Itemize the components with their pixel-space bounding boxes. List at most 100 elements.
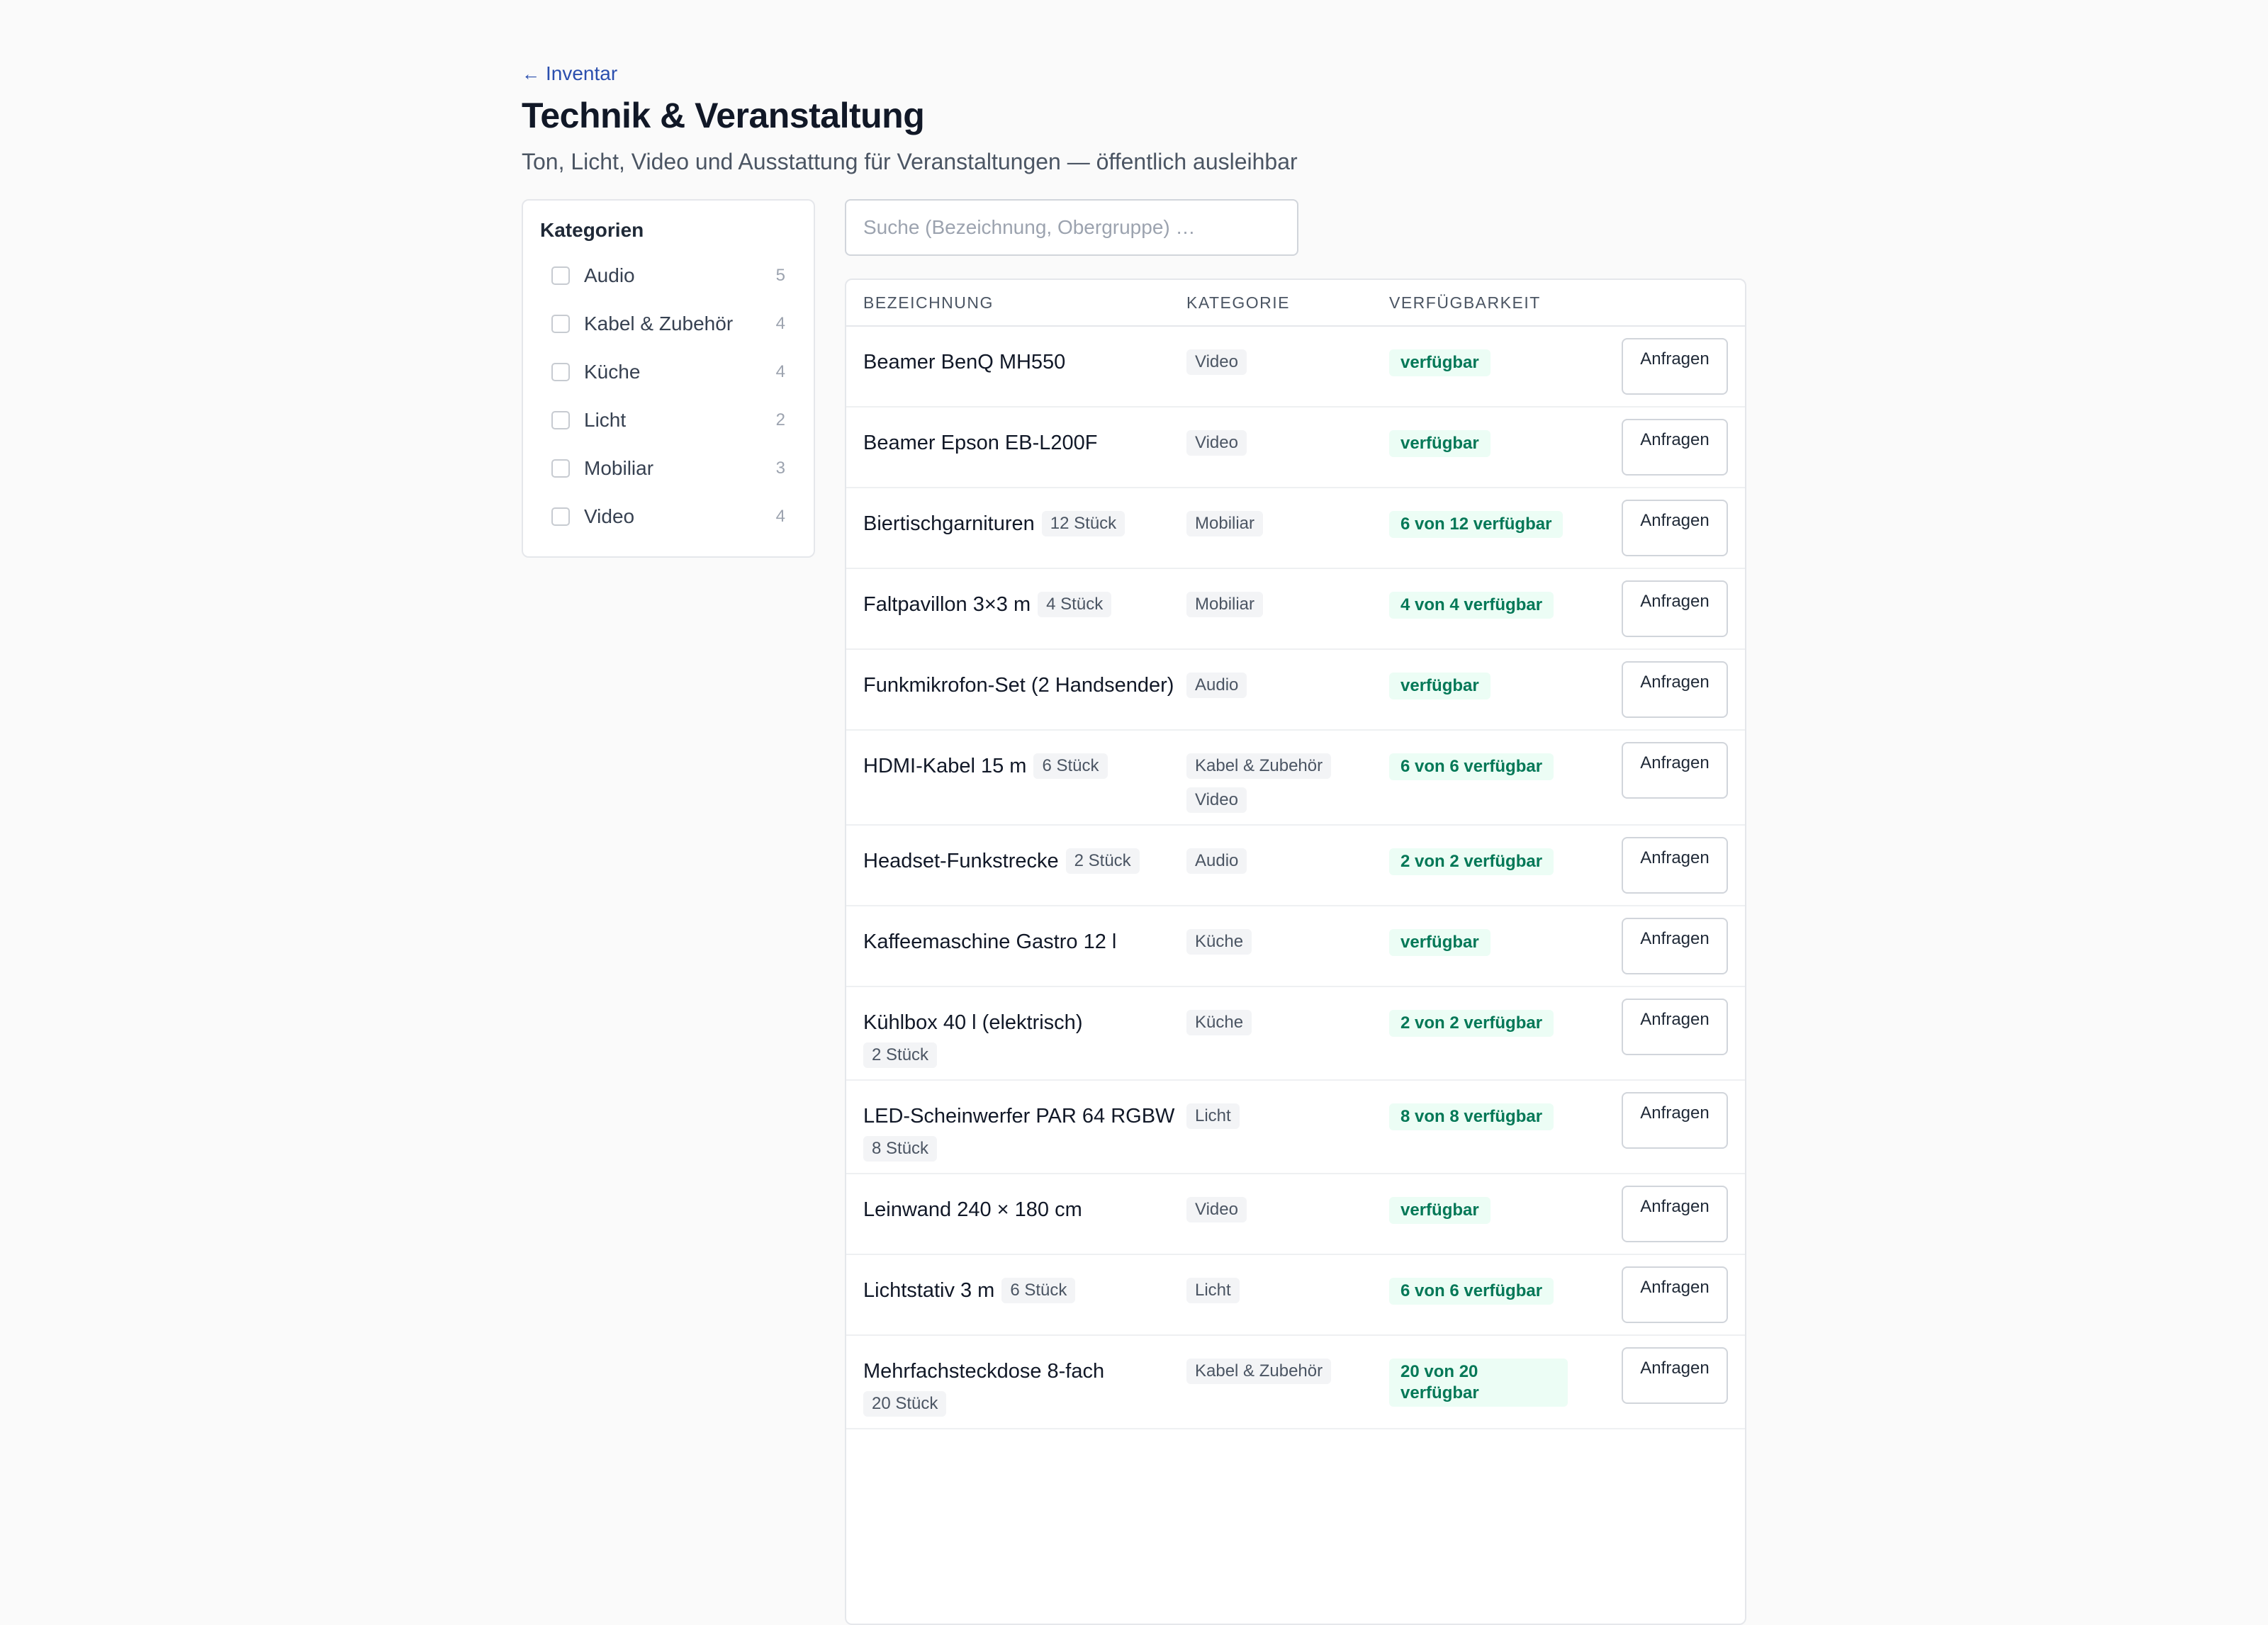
category-label: Video [584,505,635,527]
availability-cell: 6 von 6 verfügbar [1389,742,1590,780]
action-cell: Anfragen [1590,1266,1745,1323]
category-cell: Mobiliar [1186,500,1389,536]
category-cell: Küche [1186,918,1389,955]
table-row: HDMI-Kabel 15 m 6 Stück Kabel & Zubehör Vid… [846,731,1745,826]
item-name-cell: HDMI-Kabel 15 m 6 Stück [846,742,1186,780]
checkbox[interactable] [551,459,570,478]
availability-cell: 2 von 2 verfügbar [1389,837,1590,875]
action-cell: Anfragen [1590,580,1745,637]
category-filter-item[interactable]: Licht 2 [540,396,797,444]
table-row: Leinwand 240 × 180 cm Video verfügbar Anfra… [846,1174,1745,1255]
checkbox[interactable] [551,507,570,526]
action-cell: Anfragen [1590,1186,1745,1242]
checkbox[interactable] [551,363,570,381]
item-name-cell: Kaffeemaschine Gastro 12 l [846,918,1186,956]
category-filter-item[interactable]: Audio 5 [540,252,797,300]
availability-badge: verfügbar [1389,430,1491,457]
request-button[interactable]: Anfragen [1622,500,1728,556]
table-row: Biertischgarnituren 12 Stück Mobiliar 6 von… [846,488,1745,569]
category-count: 4 [775,507,785,526]
request-button[interactable]: Anfragen [1622,999,1728,1055]
category-filter-item[interactable]: Küche 4 [540,348,797,396]
category-cell: Küche [1186,999,1389,1035]
item-name: Mehrfachsteckdose 8-fach [863,1360,1105,1383]
availability-badge: 8 von 8 verfügbar [1389,1103,1554,1130]
request-button[interactable]: Anfragen [1622,338,1728,395]
availability-badge: 6 von 6 verfügbar [1389,1278,1554,1305]
table-row: Faltpavillon 3×3 m 4 Stück Mobiliar 4 von 4… [846,569,1745,650]
category-tag: Mobiliar [1186,592,1264,617]
action-cell: Anfragen [1590,500,1745,556]
search-input[interactable] [845,199,1298,256]
availability-cell: verfügbar [1389,338,1590,376]
action-cell: Anfragen [1590,338,1745,395]
category-tag: Video [1186,1197,1247,1222]
request-button[interactable]: Anfragen [1622,580,1728,637]
checkbox[interactable] [551,315,570,333]
category-label: Audio [584,264,635,286]
availability-badge: verfügbar [1389,1197,1491,1224]
action-cell: Anfragen [1590,837,1745,894]
item-name: Leinwand 240 × 180 cm [863,1198,1082,1221]
action-cell: Anfragen [1590,742,1745,799]
item-name: Beamer BenQ MH550 [863,351,1066,373]
category-tag: Audio [1186,848,1247,874]
availability-badge: verfügbar [1389,929,1491,956]
page: ← Inventar Technik & Veranstaltung Ton, … [522,62,1746,1625]
page-subtitle: Ton, Licht, Video und Ausstattung für Ve… [522,149,1298,174]
category-filter-item[interactable]: Mobiliar 3 [540,444,797,493]
quantity-badge: 4 Stück [1038,592,1112,617]
category-cell: Video [1186,419,1389,456]
table-row: Beamer Epson EB-L200F Video verfügbar Anfra… [846,407,1745,488]
request-button[interactable]: Anfragen [1622,661,1728,718]
availability-cell: 4 von 4 verfügbar [1389,580,1590,619]
table-row: Beamer BenQ MH550 Video verfügbar Anfragen [846,327,1745,407]
category-tag: Audio [1186,673,1247,698]
category-label: Kabel & Zubehör [584,313,734,334]
item-name-cell: Headset-Funkstrecke 2 Stück [846,837,1186,875]
table-row: Headset-Funkstrecke 2 Stück Audio 2 von 2 v… [846,826,1745,906]
item-name: Faltpavillon 3×3 m [863,593,1031,616]
arrow-left-icon: ← [522,62,540,84]
request-button[interactable]: Anfragen [1622,1092,1728,1149]
action-cell: Anfragen [1590,1347,1745,1404]
availability-cell: 20 von 20 verfügbar [1389,1347,1590,1407]
item-name: HDMI-Kabel 15 m [863,755,1027,777]
action-cell: Anfragen [1590,918,1745,974]
category-tag: Video [1186,787,1247,813]
item-name-cell: Funkmikrofon-Set (2 Handsender) [846,661,1186,699]
category-tag: Licht [1186,1278,1240,1303]
quantity-badge: 2 Stück [863,1042,938,1068]
request-button[interactable]: Anfragen [1622,1186,1728,1242]
checkbox[interactable] [551,411,570,429]
checkbox[interactable] [551,266,570,285]
category-tag: Kabel & Zubehör [1186,753,1332,779]
inventory-table: Bezeichnung Kategorie Verfügbarkeit Beam… [845,279,1746,1625]
request-button[interactable]: Anfragen [1622,1347,1728,1404]
category-filter-item[interactable]: Video 4 [540,493,797,541]
category-count: 4 [775,362,785,381]
request-button[interactable]: Anfragen [1622,1266,1728,1323]
item-name: Beamer Epson EB-L200F [863,432,1098,454]
category-label: Licht [584,409,627,431]
category-cell: Licht [1186,1092,1389,1129]
back-link[interactable]: ← Inventar [522,62,617,85]
table-row: Kühlbox 40 l (elektrisch) 2 Stück Küche 2 v… [846,987,1745,1081]
item-name: Kühlbox 40 l (elektrisch) [863,1011,1083,1034]
request-button[interactable]: Anfragen [1622,419,1728,476]
item-name: Kaffeemaschine Gastro 12 l [863,930,1117,953]
request-button[interactable]: Anfragen [1622,837,1728,894]
table-row: LED-Scheinwerfer PAR 64 RGBW 8 Stück Licht… [846,1081,1745,1174]
availability-badge: 2 von 2 verfügbar [1389,848,1554,875]
request-button[interactable]: Anfragen [1622,742,1728,799]
item-name: Headset-Funkstrecke [863,850,1059,872]
request-button[interactable]: Anfragen [1622,918,1728,974]
category-tag: Video [1186,430,1247,456]
category-count: 3 [775,459,785,478]
category-filter-item[interactable]: Kabel & Zubehör 4 [540,300,797,348]
category-cell: Video [1186,338,1389,375]
category-filter-title: Kategorien [540,219,644,241]
table-row: Mehrfachsteckdose 8-fach 20 Stück Kabel & … [846,1336,1745,1429]
category-count: 4 [775,314,785,333]
availability-cell: 8 von 8 verfügbar [1389,1092,1590,1130]
